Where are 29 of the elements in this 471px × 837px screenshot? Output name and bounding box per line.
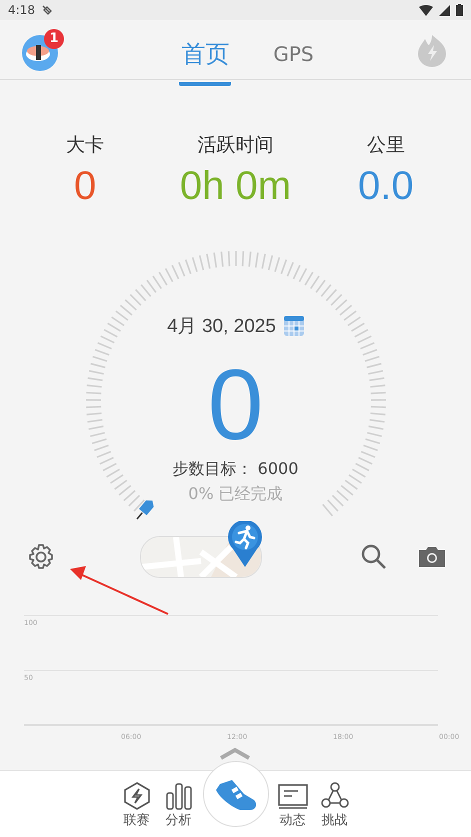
calendar-icon[interactable] [284, 316, 304, 336]
wifi-icon [419, 4, 433, 16]
stat-value: 0h 0m [178, 164, 292, 209]
stat-value: 0.0 [357, 164, 415, 209]
stat-label: 大卡 [65, 133, 106, 158]
stat-label: 活跃时间 [196, 133, 274, 158]
stat-value: 0 [73, 164, 98, 209]
step-goal: 步数目标： 6000 [172, 459, 298, 480]
completion-percent: 0% 已经完成 [188, 484, 283, 505]
notification-badge: 1 [44, 28, 64, 48]
nav-item[interactable]: 挑战 [316, 781, 352, 829]
progress-marker [136, 500, 154, 520]
settings-icon[interactable] [26, 542, 56, 572]
date-label: 4月 30, 2025 [167, 315, 276, 339]
runner-pin-icon[interactable] [228, 521, 262, 567]
nav-item[interactable]: 动态 [274, 781, 310, 829]
chevron-up-icon[interactable] [219, 746, 251, 760]
step-count: 0 [208, 355, 264, 455]
tab[interactable]: GPS [271, 28, 316, 86]
battery-icon [456, 4, 463, 16]
bar-chart-icon [164, 781, 194, 811]
nav-item[interactable]: 分析 [160, 781, 196, 829]
clock-time: 4:18 [8, 3, 35, 17]
card-icon [278, 781, 308, 811]
bolt-hexagon-icon [122, 781, 152, 811]
signal-icon [439, 4, 450, 16]
notification-icon [40, 4, 53, 16]
stat-label: 公里 [366, 133, 406, 158]
nav-item[interactable]: 联赛 [118, 781, 154, 829]
